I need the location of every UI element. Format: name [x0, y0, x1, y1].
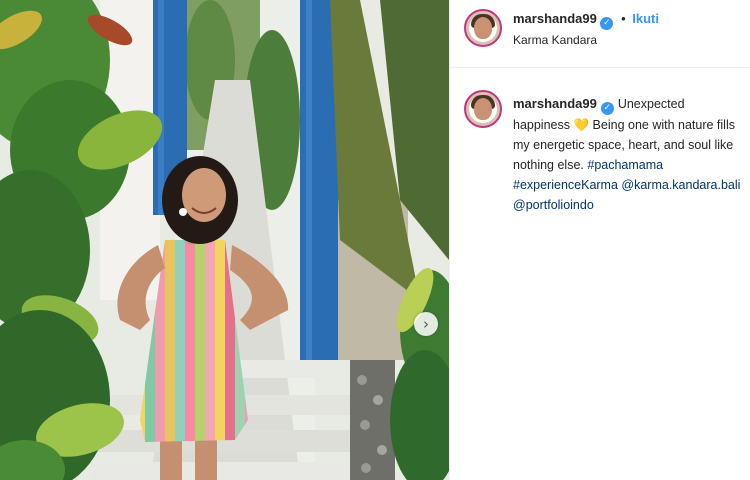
hashtag-link[interactable]: #experienceKarma: [513, 178, 618, 192]
mention-link[interactable]: @portfolioindo: [513, 198, 594, 212]
avatar[interactable]: [464, 9, 502, 47]
header-user-line: marshanda99 ✓ • Ikuti: [513, 11, 659, 30]
carousel-next-button[interactable]: ›: [414, 312, 438, 336]
hashtag-link[interactable]: #pachamama: [587, 158, 663, 172]
chevron-right-icon: ›: [423, 314, 429, 333]
mention-link[interactable]: @karma.kandara.bali: [621, 178, 740, 192]
post-photo[interactable]: ›: [0, 0, 449, 480]
verified-badge-icon: ✓: [600, 102, 614, 115]
post-header: marshanda99 ✓ • Ikuti Karma Kandara: [450, 0, 750, 68]
location-link[interactable]: Karma Kandara: [513, 33, 597, 47]
verified-badge-icon: ✓: [600, 17, 614, 30]
photo-illustration: [0, 0, 449, 480]
separator-dot: •: [621, 11, 626, 26]
post-side-panel: marshanda99 ✓ • Ikuti Karma Kandara mars…: [449, 0, 750, 480]
header-username[interactable]: marshanda99: [513, 11, 597, 26]
caption-username[interactable]: marshanda99: [513, 96, 597, 111]
caption-avatar[interactable]: [464, 90, 502, 128]
yellow-heart-icon: 💛: [573, 117, 590, 132]
follow-button[interactable]: Ikuti: [632, 11, 659, 26]
caption-text: marshanda99 ✓ Unexpected happiness 💛 Being…: [513, 94, 743, 215]
